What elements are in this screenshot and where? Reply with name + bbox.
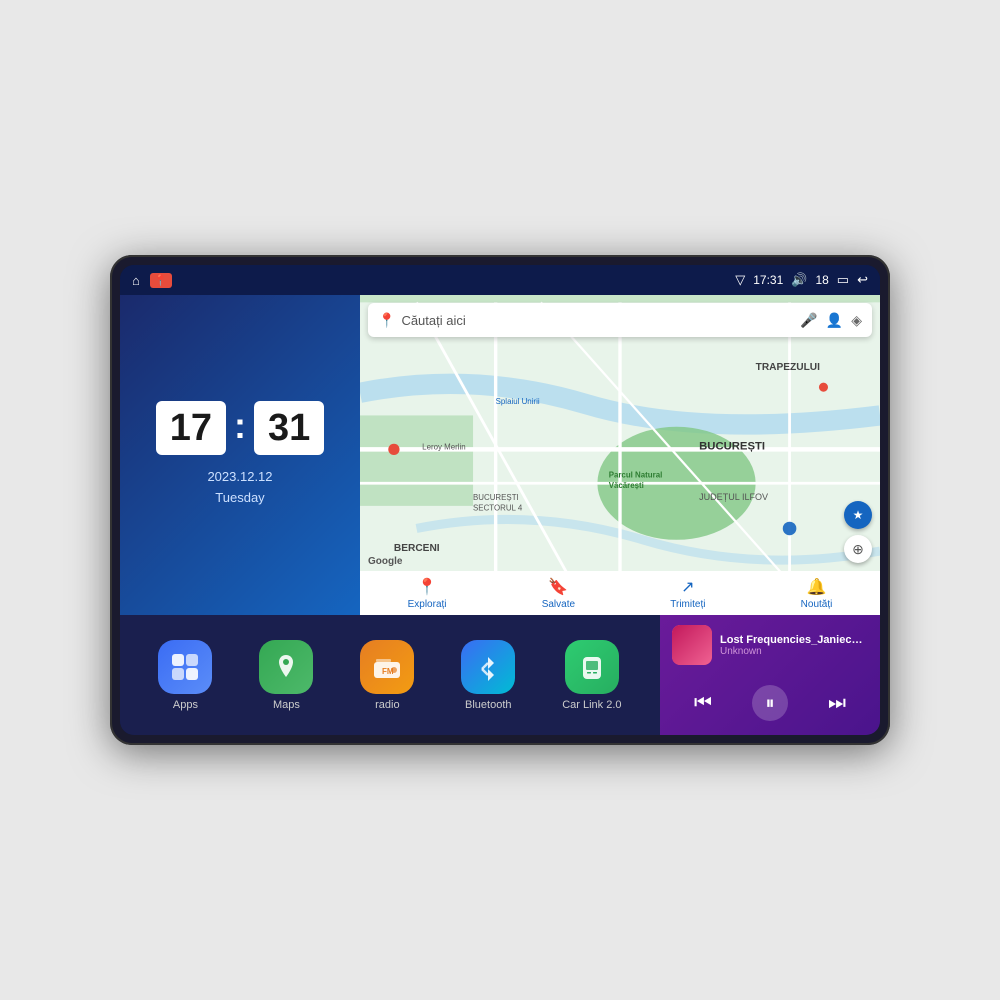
google-logo: Google bbox=[368, 556, 402, 567]
app-maps[interactable]: Maps bbox=[259, 640, 313, 711]
news-label: Noutăți bbox=[801, 599, 833, 610]
clock-hour: 17 bbox=[156, 401, 226, 455]
compass-button[interactable]: ⊕ bbox=[844, 535, 872, 563]
music-title: Lost Frequencies_Janieck Devy-... bbox=[720, 634, 868, 646]
volume-icon[interactable]: 🔊 bbox=[791, 272, 807, 288]
music-thumbnail bbox=[672, 625, 712, 665]
status-time: 17:31 bbox=[753, 273, 783, 287]
saved-label: Salvate bbox=[542, 599, 575, 610]
radio-icon: FM bbox=[372, 652, 402, 682]
back-icon[interactable]: ↩ bbox=[857, 272, 868, 288]
clock-colon: : bbox=[234, 405, 246, 447]
svg-text:JUDEȚUL ILFOV: JUDEȚUL ILFOV bbox=[699, 492, 768, 502]
map-nav-news[interactable]: 🔔 Noutăți bbox=[801, 577, 833, 610]
app-carlink[interactable]: Car Link 2.0 bbox=[562, 640, 621, 711]
car-head-unit: ⌂ 📍 ▽ 17:31 🔊 18 ▭ ↩ 17 : bbox=[110, 255, 890, 745]
send-label: Trimiteți bbox=[670, 599, 705, 610]
home-icon[interactable]: ⌂ bbox=[132, 273, 140, 288]
carlink-icon bbox=[578, 653, 606, 681]
signal-icon: ▽ bbox=[735, 272, 745, 288]
battery-level: 18 bbox=[815, 273, 828, 287]
bluetooth-label: Bluetooth bbox=[465, 699, 511, 711]
mic-icon[interactable]: 🎤 bbox=[800, 312, 817, 329]
news-icon: 🔔 bbox=[807, 577, 827, 597]
carlink-label: Car Link 2.0 bbox=[562, 699, 621, 711]
explore-label: Explorați bbox=[408, 599, 447, 610]
bluetooth-icon bbox=[474, 653, 502, 681]
map-search-placeholder[interactable]: Căutați aici bbox=[401, 313, 794, 328]
layers-icon[interactable]: ◈ bbox=[851, 312, 862, 329]
navigate-button[interactable]: ★ bbox=[844, 501, 872, 529]
clock-display: 17 : 31 bbox=[156, 401, 325, 455]
svg-text:BERCENI: BERCENI bbox=[394, 543, 440, 554]
app-apps[interactable]: Apps bbox=[158, 640, 212, 711]
screen: ⌂ 📍 ▽ 17:31 🔊 18 ▭ ↩ 17 : bbox=[120, 265, 880, 735]
map-bg-svg: TRAPEZULUI BUCUREȘTI JUDEȚUL ILFOV BERCE… bbox=[360, 295, 880, 615]
bluetooth-icon-wrapper bbox=[461, 640, 515, 694]
account-icon[interactable]: 👤 bbox=[826, 312, 843, 329]
maps-label: Maps bbox=[273, 699, 300, 711]
bottom-section: Apps Maps bbox=[120, 615, 880, 735]
maps-icon bbox=[272, 653, 300, 681]
apps-icon-wrapper bbox=[158, 640, 212, 694]
carlink-icon-wrapper bbox=[565, 640, 619, 694]
album-art bbox=[672, 625, 712, 665]
next-button[interactable]: ⏭ bbox=[824, 688, 850, 719]
status-left-icons: ⌂ 📍 bbox=[132, 273, 172, 288]
apps-panel: Apps Maps bbox=[120, 615, 660, 735]
svg-text:Văcărești: Văcărești bbox=[609, 481, 644, 490]
radio-icon-wrapper: FM bbox=[360, 640, 414, 694]
map-search-bar[interactable]: 📍 Căutați aici 🎤 👤 ◈ bbox=[368, 303, 872, 337]
map-pin-icon: 📍 bbox=[378, 312, 395, 329]
music-artist: Unknown bbox=[720, 646, 868, 657]
main-content: 17 : 31 2023.12.12 Tuesday bbox=[120, 295, 880, 735]
clock-date: 2023.12.12 Tuesday bbox=[207, 467, 272, 509]
maps-status-icon[interactable]: 📍 bbox=[150, 273, 172, 288]
status-right-info: ▽ 17:31 🔊 18 ▭ ↩ bbox=[735, 272, 868, 288]
map-search-actions: 🎤 👤 ◈ bbox=[800, 312, 862, 329]
clock-panel: 17 : 31 2023.12.12 Tuesday bbox=[120, 295, 360, 615]
apps-icon bbox=[170, 652, 200, 682]
svg-text:Parcul Natural: Parcul Natural bbox=[609, 471, 663, 480]
send-icon: ↗ bbox=[681, 577, 694, 597]
map-nav-saved[interactable]: 🔖 Salvate bbox=[542, 577, 575, 610]
svg-text:Splaiul Unirii: Splaiul Unirii bbox=[496, 397, 540, 406]
maps-icon-wrapper bbox=[259, 640, 313, 694]
svg-text:BUCUREȘTI: BUCUREȘTI bbox=[699, 440, 765, 452]
play-pause-button[interactable]: ⏸ bbox=[752, 685, 788, 721]
app-radio[interactable]: FM radio bbox=[360, 640, 414, 711]
svg-text:Leroy Merlin: Leroy Merlin bbox=[422, 442, 466, 451]
clock-minute: 31 bbox=[254, 401, 324, 455]
prev-button[interactable]: ⏮ bbox=[690, 688, 716, 719]
map-panel[interactable]: TRAPEZULUI BUCUREȘTI JUDEȚUL ILFOV BERCE… bbox=[360, 295, 880, 615]
map-nav-explore[interactable]: 📍 Explorați bbox=[408, 577, 447, 610]
music-text: Lost Frequencies_Janieck Devy-... Unknow… bbox=[720, 634, 868, 657]
radio-label: radio bbox=[375, 699, 399, 711]
status-bar: ⌂ 📍 ▽ 17:31 🔊 18 ▭ ↩ bbox=[120, 265, 880, 295]
svg-text:BUCUREȘTI: BUCUREȘTI bbox=[473, 493, 519, 502]
saved-icon: 🔖 bbox=[548, 577, 568, 597]
music-info: Lost Frequencies_Janieck Devy-... Unknow… bbox=[672, 625, 868, 665]
svg-text:TRAPEZULUI: TRAPEZULUI bbox=[756, 362, 820, 373]
top-section: 17 : 31 2023.12.12 Tuesday bbox=[120, 295, 880, 615]
music-controls: ⏮ ⏸ ⏭ bbox=[672, 681, 868, 725]
map-bottom-nav: 📍 Explorați 🔖 Salvate ↗ Trimiteți 🔔 bbox=[360, 571, 880, 615]
apps-label: Apps bbox=[173, 699, 198, 711]
svg-text:SECTORUL 4: SECTORUL 4 bbox=[473, 503, 523, 512]
music-panel: Lost Frequencies_Janieck Devy-... Unknow… bbox=[660, 615, 880, 735]
map-nav-send[interactable]: ↗ Trimiteți bbox=[670, 577, 705, 610]
battery-icon: ▭ bbox=[837, 272, 849, 288]
app-bluetooth[interactable]: Bluetooth bbox=[461, 640, 515, 711]
explore-icon: 📍 bbox=[417, 577, 437, 597]
